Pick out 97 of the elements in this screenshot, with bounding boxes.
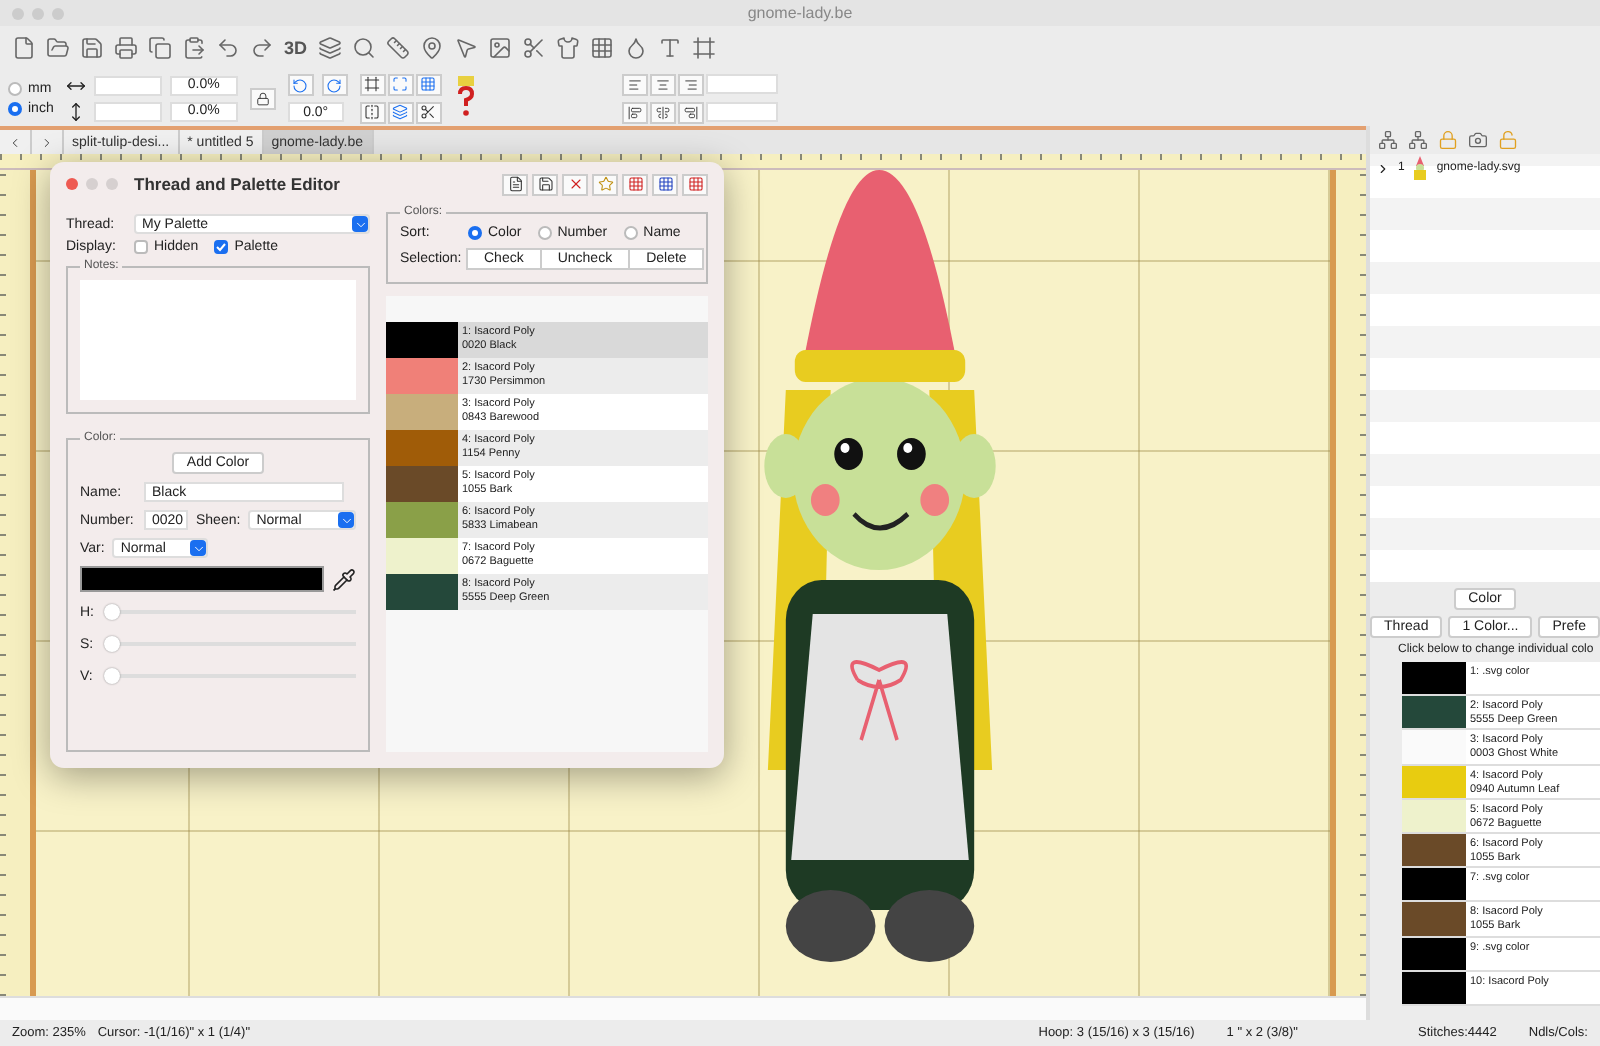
input-field[interactable]: [705, 102, 778, 122]
rotate-right-icon: [326, 77, 343, 93]
color-swatch[interactable]: [1402, 971, 1466, 1004]
grid-icon: [627, 176, 643, 192]
chevron-right-icon: [40, 135, 54, 149]
color-swatch[interactable]: [1402, 765, 1466, 798]
save-button[interactable]: [532, 173, 558, 195]
align-center-icon: [655, 77, 670, 91]
tree-icon[interactable]: [1378, 130, 1398, 150]
flip-icon: [364, 104, 381, 120]
color-swatch[interactable]: [1402, 662, 1466, 695]
tree-icon[interactable]: [1408, 130, 1428, 150]
color-swatch[interactable]: [1402, 833, 1466, 867]
close-button[interactable]: [66, 178, 78, 190]
palette-button[interactable]: [622, 173, 648, 195]
slider-thumb[interactable]: [104, 668, 120, 684]
camera-icon[interactable]: [1468, 130, 1488, 150]
grid-icon: [687, 176, 703, 192]
expand-icon[interactable]: [1376, 161, 1390, 175]
color-swatch[interactable]: [1402, 730, 1466, 764]
lock-icon: [255, 91, 270, 105]
search-icon[interactable]: [351, 36, 376, 60]
rotate-left-button[interactable]: [287, 74, 314, 96]
cross-icon: [567, 176, 583, 192]
save-icon: [537, 176, 553, 192]
slider-thumb[interactable]: [104, 636, 120, 652]
star-icon: [597, 176, 613, 192]
delete-button[interactable]: [562, 173, 588, 195]
color-swatch[interactable]: [1402, 696, 1466, 729]
paste-icon[interactable]: [182, 36, 206, 60]
color-swatch[interactable]: [1402, 937, 1466, 970]
color-swatch[interactable]: [1402, 902, 1466, 935]
grid-icon: [657, 176, 673, 192]
height-field[interactable]: [93, 101, 162, 121]
star-button[interactable]: [592, 173, 618, 195]
align-bottom-icon: [683, 105, 698, 119]
grid-icon[interactable]: [589, 36, 614, 60]
align-left-button[interactable]: [621, 73, 648, 95]
grid-icon: [420, 76, 437, 92]
chevron-down-icon: [353, 217, 367, 231]
3d-button[interactable]: 3D: [284, 38, 308, 58]
lock-button[interactable]: [249, 87, 276, 109]
undo-icon[interactable]: [216, 36, 240, 60]
rotate-left-icon: [292, 77, 309, 93]
layers-button[interactable]: [387, 101, 414, 123]
layers-icon: [392, 104, 409, 120]
file-icon[interactable]: [12, 36, 36, 60]
width-field[interactable]: [93, 75, 162, 95]
copy-icon[interactable]: [148, 36, 172, 60]
align-right-icon: [683, 77, 698, 91]
letter-icon[interactable]: [657, 36, 682, 60]
scrollbar[interactable]: [0, 996, 1366, 1020]
align-left-icon: [627, 77, 642, 91]
expand-icon: [392, 76, 409, 92]
window-title: gnome-lady.be: [747, 4, 853, 22]
align-top-icon: [627, 105, 642, 119]
align-center-button[interactable]: [649, 73, 676, 95]
rotate-right-button[interactable]: [321, 74, 348, 96]
color-swatch[interactable]: [1402, 799, 1466, 832]
align-right-button[interactable]: [677, 73, 704, 95]
flip-button[interactable]: [359, 101, 386, 123]
folder-icon[interactable]: [46, 36, 70, 60]
checkmark-icon: [216, 242, 227, 252]
frame-icon: [364, 76, 381, 92]
chevron-down-icon: [339, 513, 353, 527]
pointer-icon[interactable]: [453, 36, 478, 60]
droplet-icon[interactable]: [623, 36, 648, 60]
chevron-left-icon: [8, 135, 22, 149]
palette-button[interactable]: [652, 173, 678, 195]
gnome-icon: [1412, 155, 1429, 181]
save-icon[interactable]: [80, 36, 104, 60]
pin-icon[interactable]: [419, 36, 444, 60]
color-swatch[interactable]: [1402, 868, 1466, 901]
align-middle-button[interactable]: [649, 101, 676, 123]
slider-thumb[interactable]: [104, 604, 120, 620]
scissors-button[interactable]: [415, 101, 442, 123]
layers-icon[interactable]: [317, 36, 342, 60]
image-icon[interactable]: [487, 36, 512, 60]
new-button[interactable]: [502, 173, 528, 195]
frame-button[interactable]: [359, 73, 386, 95]
palette-button[interactable]: [682, 173, 708, 195]
input-field[interactable]: [705, 74, 778, 94]
shirt-icon[interactable]: [555, 36, 580, 60]
scissors-icon: [420, 104, 437, 120]
help-icon[interactable]: [453, 76, 478, 120]
scissors-icon[interactable]: [521, 36, 546, 60]
align-top-button[interactable]: [621, 101, 648, 123]
ruler-icon[interactable]: [385, 36, 410, 60]
document-icon: [507, 176, 523, 192]
dialog-title: Thread and Palette Editor: [134, 174, 342, 194]
align-bottom-button[interactable]: [677, 101, 704, 123]
redo-icon[interactable]: [250, 36, 274, 60]
printer-icon[interactable]: [114, 36, 138, 60]
chevron-down-icon: [191, 541, 206, 555]
frame-icon[interactable]: [691, 36, 716, 60]
eyedropper-icon[interactable]: [332, 567, 356, 591]
align-middle-icon: [655, 105, 670, 119]
